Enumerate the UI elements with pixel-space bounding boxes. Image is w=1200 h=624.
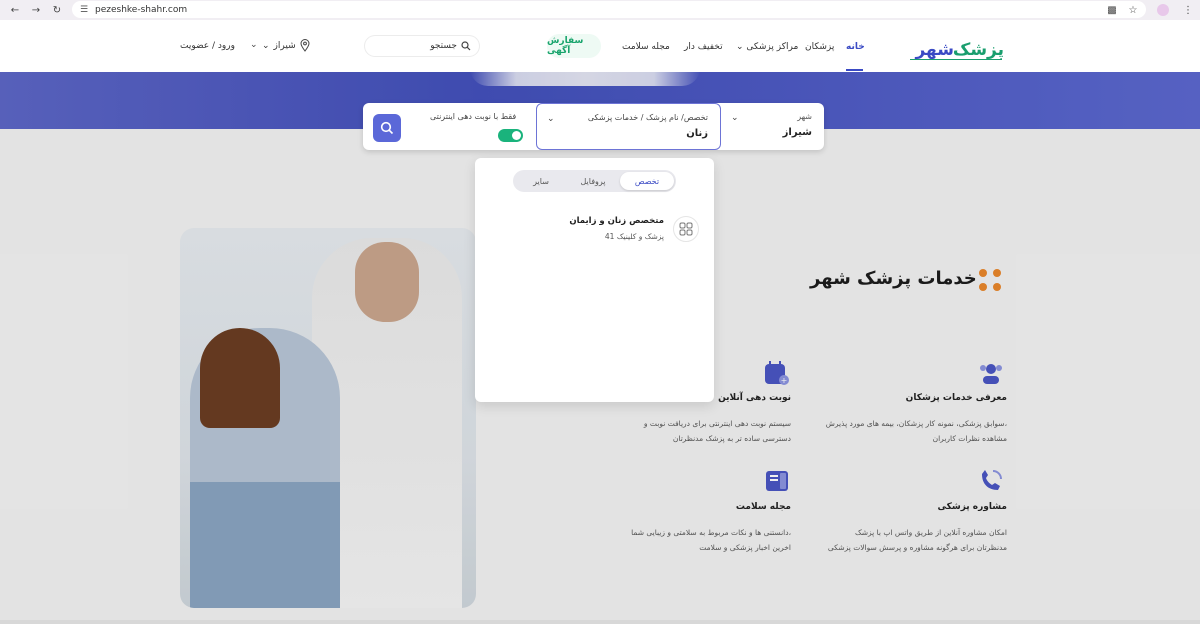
doctor-head — [355, 242, 419, 322]
hero-image — [470, 72, 700, 86]
profile-icon[interactable] — [1156, 3, 1170, 17]
order-ad-button[interactable]: سفارش آگهی — [547, 34, 601, 58]
avatar — [1157, 4, 1169, 16]
star-icon[interactable]: ☆ — [1126, 3, 1140, 17]
forward-icon[interactable]: → — [30, 4, 42, 16]
chevron-down-icon[interactable]: ⌄ — [547, 114, 555, 124]
city-field-label: شهر — [797, 112, 812, 121]
service-desc: مشاهده نظرات کاربران — [932, 434, 1007, 443]
login-label: ورود / عضویت — [180, 41, 235, 51]
service-desc: مدنظرتان برای هرگونه مشاوره و پرسش سوالا… — [827, 543, 1007, 552]
location-pin-icon — [300, 39, 310, 52]
tab-profile[interactable]: پروفایل — [568, 172, 618, 190]
phone-consult-icon — [978, 468, 1004, 494]
nav-magazine[interactable]: مجله سلامت — [622, 42, 670, 52]
nav-doctors[interactable]: پزشکان — [805, 42, 834, 52]
magazine-icon — [764, 468, 790, 494]
services-title: خدمات پزشک شهر — [810, 268, 977, 289]
service-title: مشاوره پزشکی — [937, 502, 1008, 512]
specialty-value: زنان — [686, 128, 708, 139]
search-suggestions-dropdown: تخصص پروفایل سایر متخصص زنان و زایمان پز… — [475, 158, 714, 402]
service-desc: سیستم نوبت دهی اینترنتی برای دریافت نوبت… — [643, 419, 791, 428]
city-label: شیراز — [273, 40, 296, 51]
dots-icon — [978, 268, 1004, 294]
service-desc: امکان مشاوره آنلاین از طریق واتس اپ با پ… — [855, 528, 1007, 537]
search-icon — [461, 41, 471, 51]
city-field[interactable]: شیراز — [783, 127, 812, 138]
tab-specialty[interactable]: تخصص — [620, 172, 674, 190]
url-text: pezeshke-shahr.com — [95, 4, 188, 15]
browser-toolbar: ← → ↻ ☰ pezeshke-shahr.com ▩ ☆ ⋮ — [0, 0, 1200, 20]
suggestion-tabs: تخصص پروفایل سایر — [513, 170, 676, 192]
header-search-placeholder: جستجو — [430, 41, 457, 51]
chevron-down-icon[interactable]: ⌄ — [731, 113, 739, 123]
doctor-photo — [180, 228, 476, 608]
service-desc: دسترسی ساده تر به پزشک مدنظرتان — [672, 434, 791, 443]
search-bar: شهر شیراز ⌄ تخصص/ نام پزشک / خدمات پزشکی… — [363, 103, 824, 150]
chevron-down-icon: ⌄ — [736, 42, 747, 52]
address-bar[interactable]: ☰ pezeshke-shahr.com — [72, 1, 1146, 18]
nav-centers-label: مراکز پزشکی — [746, 42, 799, 52]
result-title: متخصص زنان و زایمان — [569, 216, 664, 226]
service-desc: دانستنی ها و نکات مربوط به سلامتی و زیبا… — [631, 528, 791, 537]
header-search-input[interactable]: جستجو — [365, 36, 479, 56]
calendar-icon: + — [764, 360, 790, 386]
service-title: مجله سلامت — [735, 502, 791, 512]
nav-centers[interactable]: ⌄ مراکز پزشکی — [736, 42, 798, 52]
city-selector[interactable]: ⌄ شیراز — [262, 39, 310, 52]
logo[interactable]: پزشک شهر — [906, 38, 1004, 64]
specialty-search-input[interactable]: تخصص/ نام پزشک / خدمات پزشکی زنان ⌄ — [536, 103, 721, 150]
service-desc: اخرین اخبار پزشکی و سلامت — [699, 543, 791, 552]
menu-icon[interactable]: ⋮ — [1181, 3, 1195, 17]
service-title: نوبت دهی آنلاین — [718, 393, 791, 403]
login-link[interactable]: ورود / عضویت — [180, 41, 241, 51]
service-title: معرفی خدمات پزشکان — [905, 393, 1007, 403]
service-desc: سوابق پزشکی، نمونه کار پزشکان، بیمه های … — [825, 419, 1007, 428]
svg-text:شهر: شهر — [914, 40, 954, 60]
nav-discount[interactable]: تخفیف دار — [684, 42, 723, 52]
list-item[interactable]: متخصص زنان و زایمان پزشک و کلینیک 41 — [475, 210, 714, 246]
result-subtitle: پزشک و کلینیک 41 — [604, 232, 664, 241]
online-booking-toggle[interactable] — [498, 129, 523, 142]
grid-icon — [673, 216, 699, 242]
online-booking-label: فقط با نوبت دهی اینترنتی — [430, 112, 517, 121]
next-section-edge — [0, 620, 1200, 624]
chevron-down-icon: ⌄ — [250, 40, 258, 50]
reload-icon[interactable]: ↻ — [51, 4, 63, 16]
translate-icon[interactable]: ▩ — [1105, 3, 1119, 17]
tab-other[interactable]: سایر — [516, 172, 566, 190]
svg-text:+: + — [781, 376, 788, 385]
search-icon — [380, 121, 394, 135]
nav-active-indicator — [846, 69, 863, 71]
search-button[interactable] — [373, 114, 401, 142]
child-hair — [200, 328, 280, 428]
chevron-down-icon: ⌄ — [262, 40, 270, 51]
back-icon[interactable]: ← — [9, 4, 21, 16]
specialty-placeholder: تخصص/ نام پزشک / خدمات پزشکی — [587, 113, 708, 122]
nav-home[interactable]: خانه — [846, 42, 865, 52]
site-info-icon[interactable]: ☰ — [77, 3, 91, 17]
svg-text:پزشک: پزشک — [953, 40, 1004, 60]
doctors-icon — [978, 360, 1004, 386]
